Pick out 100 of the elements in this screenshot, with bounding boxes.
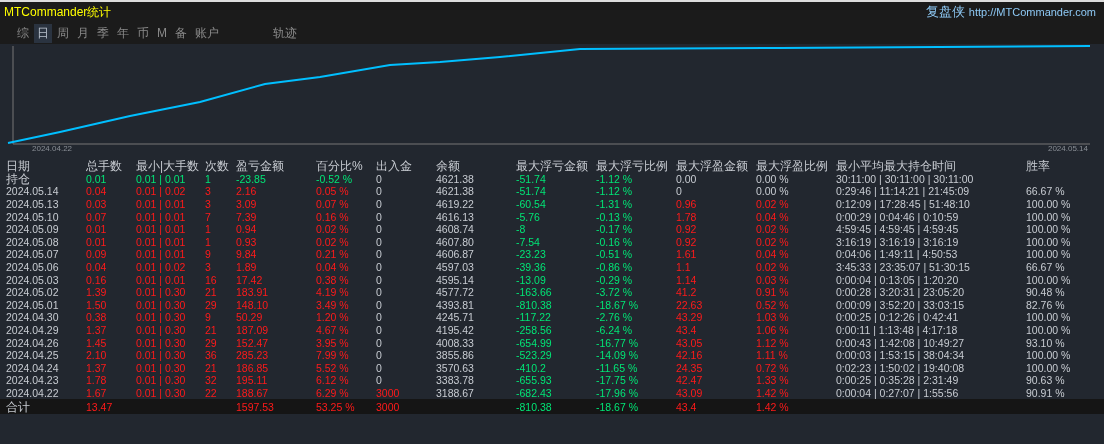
percent-cell-text: 0.38 % — [316, 273, 350, 286]
win-rate-cell-text: 93.10 % — [1026, 336, 1066, 349]
date-cell-text: 2024.05.07 — [6, 248, 60, 261]
deposit-cell-text: 0 — [376, 298, 383, 311]
deposit-cell-text: 3000 — [376, 400, 401, 413]
date-cell-text: 2024.05.13 — [6, 198, 60, 211]
float-loss-ratio-cell-text: -0.29 % — [596, 273, 634, 286]
float-loss-cell-text: -117.22 — [516, 311, 552, 324]
column-header: 最小|大手数 — [136, 160, 201, 173]
lots-cell-text: 0.01 — [86, 223, 108, 236]
lot-range-cell-text: 0.01 | 0.30 — [136, 324, 187, 336]
column-header: 总手数 — [86, 160, 123, 173]
win-rate-cell-text: 90.63 % — [1026, 374, 1066, 387]
percent-cell-text: 1.20 % — [316, 311, 350, 324]
percent-cell-text: 4.19 % — [316, 286, 350, 299]
date-cell-text: 2024.05.08 — [6, 235, 60, 248]
tab[interactable]: 备 — [172, 23, 190, 43]
tab[interactable]: 周 — [54, 23, 72, 43]
balance-cell-text: 4245.71 — [436, 311, 475, 324]
float-profit-ratio-cell-text: 1.11 % — [756, 349, 789, 362]
tab[interactable]: 年 — [114, 23, 132, 43]
lot-range-cell-text: 0.01 | 0.02 — [136, 185, 187, 198]
column-header: 盈亏金额 — [236, 160, 285, 173]
percent-cell-text: 6.29 % — [316, 387, 350, 399]
profit-cell-text: 1597.53 — [236, 400, 275, 413]
profit-cell-text: -23.85 — [236, 172, 267, 185]
percent-cell-text: 0.07 % — [316, 198, 350, 211]
float-profit-ratio-cell-text: 0.04 % — [756, 210, 790, 223]
lot-range-cell-text: 0.01 | 0.01 — [136, 235, 187, 248]
float-loss-ratio-cell-text: -11.65 % — [596, 361, 639, 374]
lot-range-cell-text: 0.01 | 0.30 — [136, 286, 187, 299]
float-profit-ratio-cell-text: 0.03 % — [756, 273, 790, 286]
profit-cell-text: 183.91 — [236, 286, 270, 299]
float-loss-cell-text: -810.38 — [516, 298, 553, 311]
tab[interactable]: 币 — [134, 23, 152, 43]
date-cell-text: 2024.05.03 — [6, 273, 60, 286]
float-loss-ratio-cell-text: -3.72 % — [596, 286, 634, 299]
balance-cell-text: 4616.13 — [436, 210, 475, 223]
column-header: 最大浮盈比例 — [756, 160, 829, 173]
float-profit-ratio-cell-text: 1.33 % — [756, 374, 790, 387]
float-profit-cell-text: 24.35 — [676, 361, 704, 374]
lot-range-cell-text: 0.01 | 0.02 — [136, 261, 187, 274]
date-cell-text: 2024.05.14 — [6, 185, 60, 198]
tab[interactable]: 季 — [94, 23, 112, 43]
count-cell-text: 7 — [205, 210, 212, 223]
deposit-cell-text: 3000 — [376, 387, 401, 399]
count-cell-text: 29 — [205, 298, 218, 311]
lots-cell-text: 0.07 — [86, 210, 108, 223]
balance-cell-text: 4619.22 — [436, 198, 475, 211]
count-cell-text: 1 — [205, 223, 212, 236]
date-cell-text: 持仓 — [6, 172, 31, 185]
end-date-label: 2024.05.14 — [1047, 144, 1088, 153]
float-profit-cell-text: 0.96 — [676, 198, 698, 211]
website-link[interactable]: http://MTCommander.com — [968, 6, 1096, 18]
float-loss-ratio-cell-text: -18.67 % — [596, 400, 640, 413]
hold-time-cell-text: 0:00:04 | 0:13:05 | 1:20:20 — [836, 273, 960, 286]
date-cell-text: 2024.04.26 — [6, 336, 60, 349]
float-profit-ratio-cell-text: 0.52 % — [756, 298, 790, 311]
win-rate-cell-text: 100.00 % — [1026, 210, 1072, 223]
float-profit-ratio-cell-text: 0.02 % — [756, 235, 790, 248]
float-profit-cell-text: 42.16 — [676, 349, 704, 362]
deposit-cell-text: 0 — [376, 374, 383, 387]
profit-cell-text: 285.23 — [236, 349, 270, 362]
tab[interactable]: 账户 — [192, 23, 222, 43]
date-cell-text: 2024.05.01 — [6, 298, 60, 311]
tab[interactable]: 月 — [74, 23, 92, 43]
float-loss-ratio-cell-text: -18.67 % — [596, 298, 640, 311]
lots-cell-text: 1.37 — [86, 324, 108, 336]
float-loss-cell-text: -60.54 — [516, 198, 547, 211]
lots-cell-text: 1.78 — [86, 374, 108, 387]
win-rate-cell-text: 90.91 % — [1026, 387, 1066, 399]
lots-cell-text: 1.45 — [86, 336, 108, 349]
lot-range-cell-text: 0.01 | 0.01 — [136, 223, 187, 236]
win-rate-cell-text: 100.00 % — [1026, 273, 1072, 286]
balance-cell-text: 4608.74 — [436, 223, 475, 236]
column-header: 最大浮亏比例 — [596, 160, 669, 173]
count-cell-text: 9 — [205, 311, 212, 324]
date-cell-text: 2024.05.10 — [6, 210, 60, 223]
deposit-cell-text: 0 — [376, 349, 383, 362]
hold-time-cell-text: 3:45:33 | 23:35:07 | 51:30:15 — [836, 261, 971, 274]
win-rate-cell-text: 100.00 % — [1026, 361, 1072, 374]
float-loss-ratio-cell-text: -1.31 % — [596, 198, 634, 211]
hold-time-cell-text: 0:00:29 | 0:04:46 | 0:10:59 — [836, 210, 960, 223]
balance-cell-text: 4008.33 — [436, 336, 475, 349]
float-profit-cell-text: 0 — [676, 185, 683, 198]
tab[interactable]: M — [154, 25, 170, 41]
tab[interactable]: 轨迹 — [270, 23, 300, 43]
count-cell-text: 21 — [205, 324, 218, 336]
float-profit-ratio-cell-text: 0.04 % — [756, 248, 790, 261]
deposit-cell-text: 0 — [376, 248, 383, 261]
tab[interactable]: 日 — [34, 23, 52, 43]
profit-cell-text: 7.39 — [236, 210, 258, 223]
float-loss-cell-text: -410.2 — [516, 361, 547, 374]
count-cell-text: 3 — [205, 185, 212, 198]
tab[interactable]: 综 — [14, 23, 32, 43]
hold-time-cell-text: 0:12:09 | 17:28:45 | 51:48:10 — [836, 198, 971, 211]
float-profit-cell-text: 41.2 — [676, 286, 698, 299]
column-header: 次数 — [205, 160, 230, 173]
profit-cell-text: 1.89 — [236, 261, 258, 274]
percent-cell-text: 6.12 % — [316, 374, 350, 387]
